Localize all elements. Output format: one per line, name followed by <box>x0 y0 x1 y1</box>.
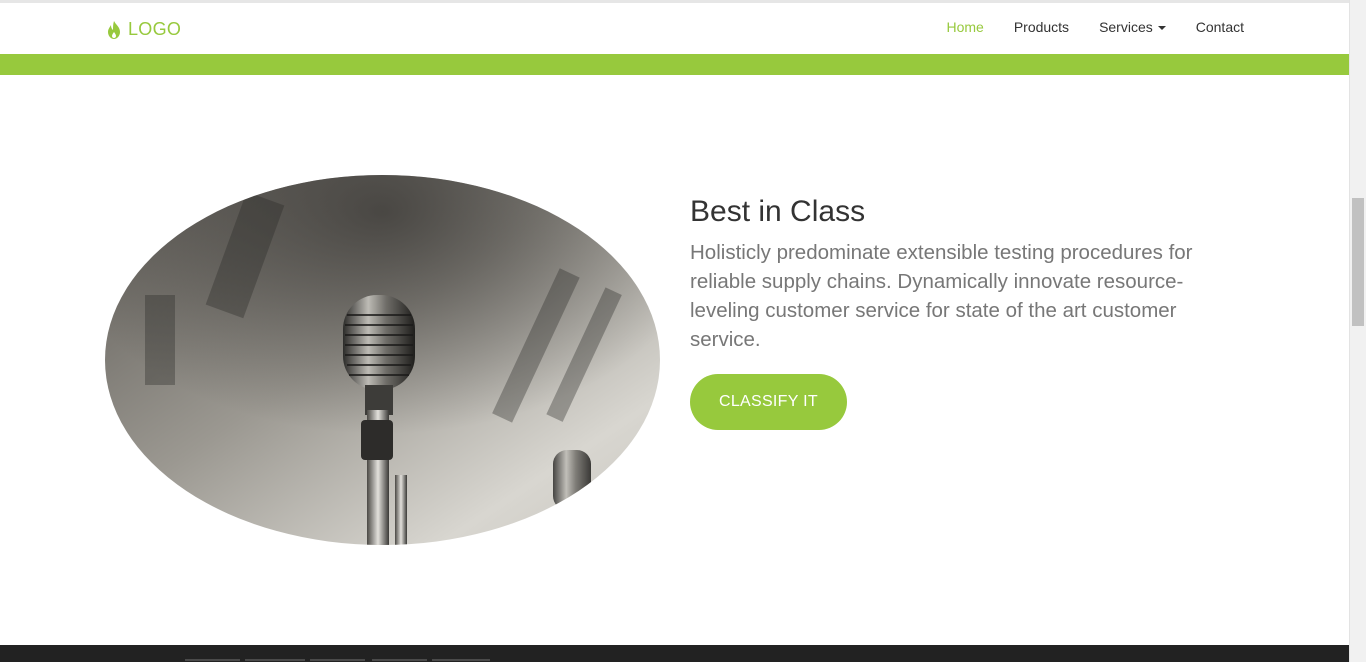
feature-description: Holisticly predominate extensible testin… <box>690 241 1193 351</box>
footer <box>0 645 1349 662</box>
footer-link-fragment <box>245 659 305 661</box>
microphone-illustration <box>105 175 660 545</box>
flame-icon <box>108 20 120 39</box>
nav-item-services-label: Services <box>1099 19 1153 35</box>
nav-item-home[interactable]: Home <box>946 19 983 35</box>
feature-title: Best in Class <box>690 195 866 228</box>
microphone-photo <box>105 175 660 545</box>
footer-link-fragment <box>432 659 490 661</box>
classify-it-button[interactable]: CLASSIFY IT <box>690 374 847 430</box>
caret-down-icon <box>1157 26 1166 30</box>
nav-item-products[interactable]: Products <box>1014 19 1069 35</box>
main-nav: Home Products Services Contact <box>916 19 1244 35</box>
footer-link-fragment <box>310 659 365 661</box>
vertical-scrollbar[interactable] <box>1349 0 1366 662</box>
brand-text: LOGO <box>128 19 182 39</box>
footer-link-fragment <box>185 659 240 661</box>
nav-item-contact[interactable]: Contact <box>1196 19 1244 35</box>
accent-band <box>0 54 1349 75</box>
nav-item-services[interactable]: Services <box>1099 19 1166 35</box>
navbar: LOGO Home Products Services Contact <box>0 3 1349 54</box>
scrollbar-thumb[interactable] <box>1352 198 1364 326</box>
footer-link-fragment <box>372 659 427 661</box>
brand-logo[interactable]: LOGO <box>106 19 181 40</box>
